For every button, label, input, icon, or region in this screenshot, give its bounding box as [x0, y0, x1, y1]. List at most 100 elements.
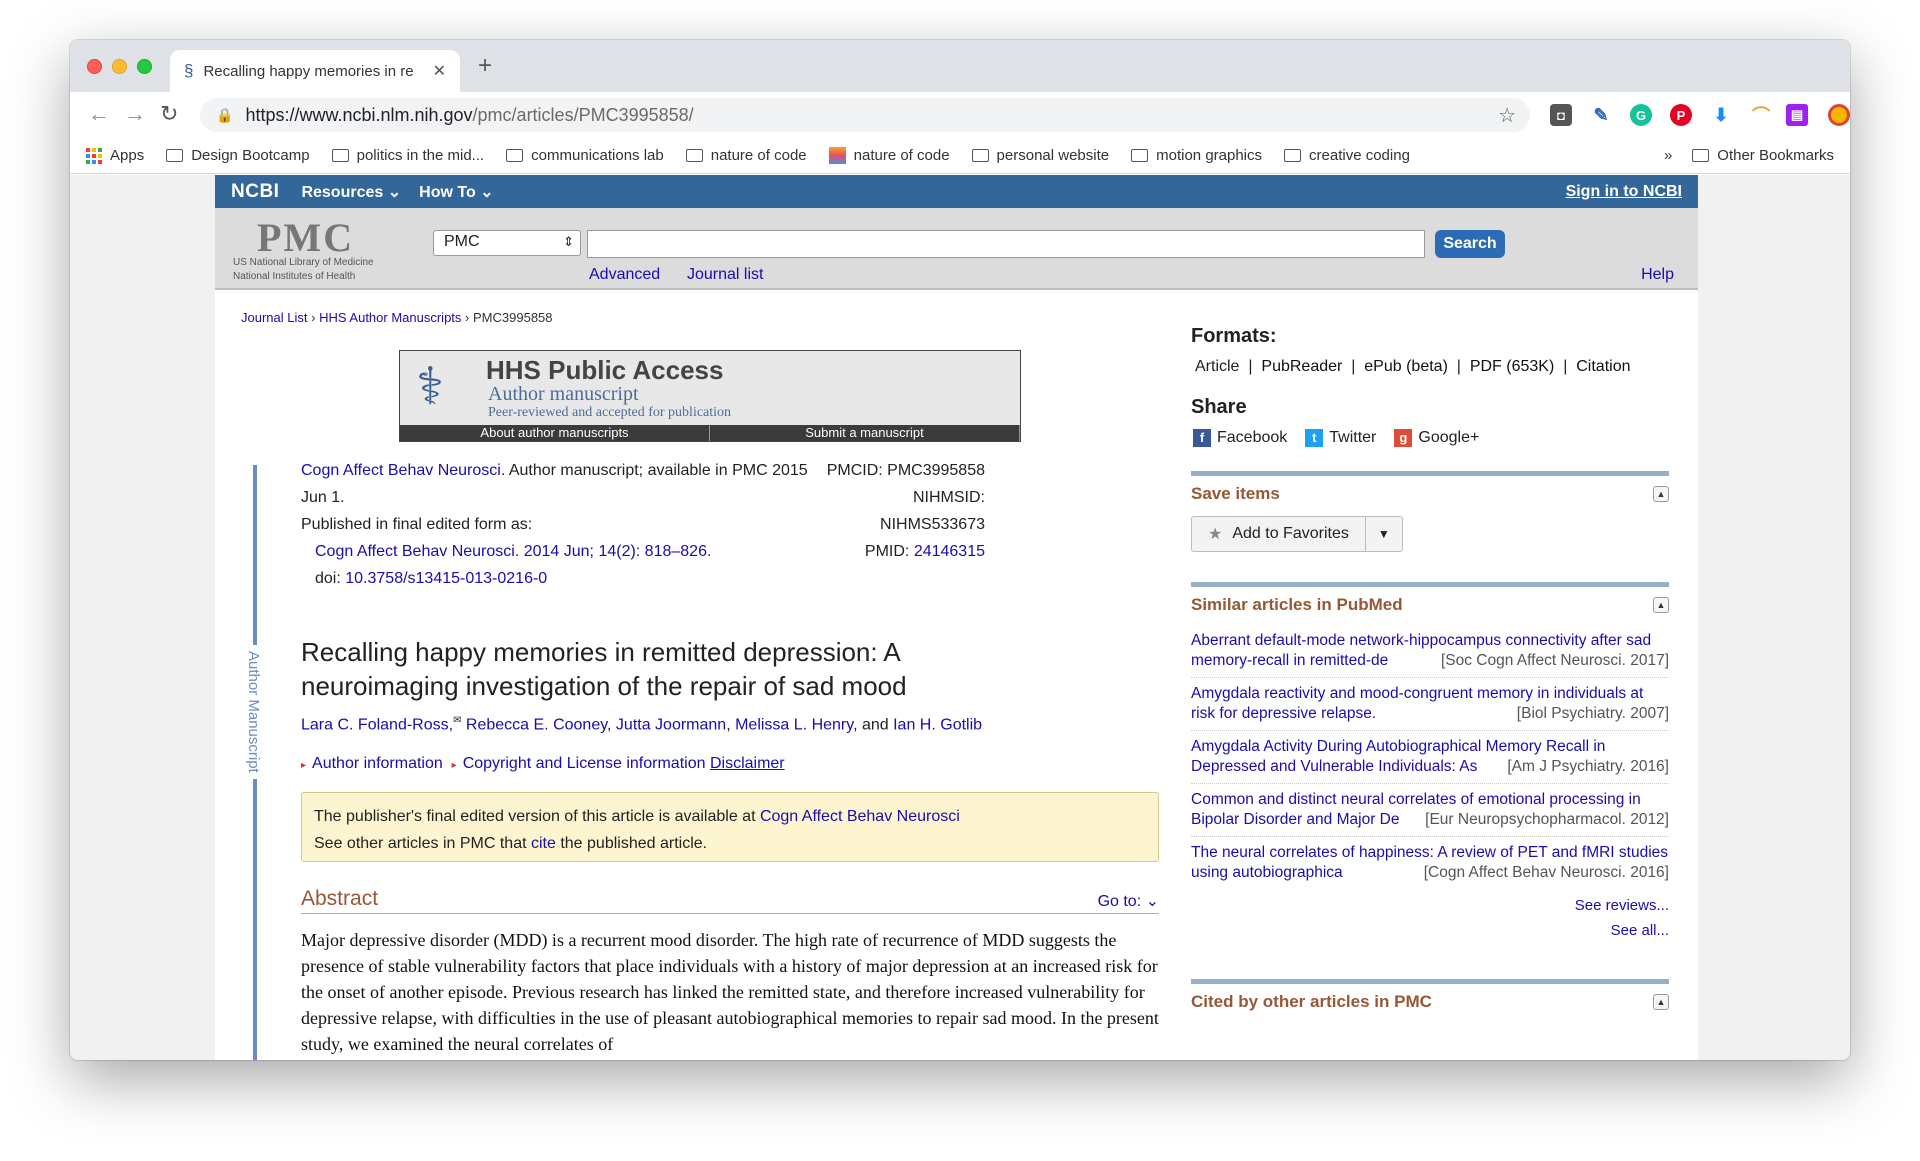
- download-icon[interactable]: ⬇: [1710, 104, 1732, 126]
- howto-menu[interactable]: How To ⌄: [419, 182, 493, 202]
- bookmarks-overflow-button[interactable]: »: [1664, 147, 1672, 164]
- journal-list-link[interactable]: Journal list: [687, 266, 763, 284]
- active-tab[interactable]: § Recalling happy memories in re ✕: [170, 50, 460, 92]
- pmid-link[interactable]: 24146315: [914, 543, 985, 560]
- formats-links: Article | PubReader | ePub (beta) | PDF …: [1195, 358, 1631, 375]
- facebook-share[interactable]: f Facebook: [1193, 429, 1287, 447]
- goto-menu[interactable]: Go to: ⌄: [1098, 891, 1159, 911]
- resources-menu[interactable]: Resources ⌄: [301, 182, 401, 202]
- maximize-window-button[interactable]: [137, 59, 152, 74]
- format-pubreader-link[interactable]: PubReader: [1261, 358, 1342, 375]
- profile-avatar[interactable]: [1828, 104, 1850, 126]
- author-link[interactable]: Jutta Joormann: [616, 716, 726, 733]
- lock-icon: 🔒: [216, 106, 234, 123]
- close-tab-icon[interactable]: ✕: [433, 61, 446, 81]
- final-citation-link[interactable]: Cogn Affect Behav Neurosci. 2014 Jun; 14…: [315, 543, 711, 560]
- bookmark-politics[interactable]: politics in the mid...: [331, 147, 484, 164]
- bookmark-label: Design Bootcamp: [191, 147, 310, 164]
- format-citation-link[interactable]: Citation: [1576, 358, 1630, 375]
- bookmark-other[interactable]: Other Bookmarks: [1692, 147, 1834, 164]
- extension-pen-icon[interactable]: ✎: [1590, 104, 1612, 126]
- bookmark-star-icon[interactable]: ☆: [1498, 103, 1516, 128]
- collapse-icon[interactable]: ▲: [1653, 486, 1669, 502]
- author-link[interactable]: Melissa L. Henry: [735, 716, 853, 733]
- doi-link[interactable]: 10.3758/s13415-013-0216-0: [345, 570, 547, 587]
- author-link[interactable]: Ian H. Gotlib: [893, 716, 982, 733]
- email-icon[interactable]: ✉: [453, 715, 461, 726]
- favorites-dropdown-icon[interactable]: ▼: [1366, 527, 1402, 541]
- disclaimer-link[interactable]: Disclaimer: [710, 755, 785, 772]
- signin-link[interactable]: Sign in to NCBI: [1566, 183, 1682, 201]
- bookmark-design-bootcamp[interactable]: Design Bootcamp: [166, 147, 310, 164]
- see-reviews-link[interactable]: See reviews...: [1191, 897, 1669, 914]
- forward-icon[interactable]: →: [124, 101, 146, 127]
- grammarly-icon[interactable]: G: [1630, 104, 1652, 126]
- author-list: Lara C. Foland-Ross,✉ Rebecca E. Cooney,…: [301, 715, 983, 734]
- new-tab-icon[interactable]: +: [478, 52, 492, 80]
- notice-text: the published article.: [555, 835, 708, 852]
- author-information-toggle[interactable]: Author information: [312, 755, 443, 772]
- similar-article-item[interactable]: The neural correlates of happiness: A re…: [1191, 837, 1669, 889]
- copyright-toggle[interactable]: Copyright and License information: [463, 755, 706, 772]
- search-input[interactable]: [587, 230, 1425, 258]
- cite-link[interactable]: cite: [531, 835, 556, 852]
- hhs-title: HHS Public Access: [486, 355, 724, 385]
- extension-arc-icon[interactable]: ⌒: [1750, 104, 1772, 126]
- address-bar[interactable]: 🔒 https://www.ncbi.nlm.nih.gov/pmc/artic…: [200, 98, 1530, 132]
- bookmark-nature-of-code-page[interactable]: nature of code: [828, 147, 950, 164]
- collapse-icon[interactable]: ▲: [1653, 597, 1669, 613]
- save-items-panel: Save items ▲ ★ Add to Favorites ▼: [1191, 471, 1669, 552]
- author-link[interactable]: Rebecca E. Cooney: [466, 716, 607, 733]
- similar-article-item[interactable]: Amygdala Activity During Autobiographica…: [1191, 731, 1669, 784]
- pmc-logo[interactable]: PMC US National Library of Medicine Nati…: [233, 218, 374, 284]
- overflow-chevron-icon: »: [1663, 147, 1673, 164]
- pinterest-icon[interactable]: P: [1670, 104, 1692, 126]
- journal-link[interactable]: Cogn Affect Behav Neurosci: [301, 462, 501, 479]
- close-window-button[interactable]: [87, 59, 102, 74]
- search-button[interactable]: Search: [1435, 230, 1505, 258]
- bookmark-nature-of-code-folder[interactable]: nature of code: [685, 147, 807, 164]
- bookmark-communications-lab[interactable]: communications lab: [506, 147, 664, 164]
- nlm-line1: US National Library of Medicine: [233, 257, 374, 268]
- extension-purple-icon[interactable]: ▤: [1786, 104, 1808, 126]
- pmid-label: PMID:: [864, 543, 914, 560]
- article-ids: PMCID: PMC3995858 NIHMSID: NIHMS533673 P…: [815, 457, 985, 565]
- bookmark-motion-graphics[interactable]: motion graphics: [1131, 147, 1262, 164]
- twitter-icon: t: [1305, 429, 1324, 447]
- see-all-link[interactable]: See all...: [1191, 922, 1669, 939]
- database-select[interactable]: PMC: [433, 230, 581, 256]
- bookmark-apps[interactable]: Apps: [86, 147, 144, 164]
- similar-article-source: [Cogn Affect Behav Neurosci. 2016]: [1423, 864, 1669, 881]
- google-share[interactable]: g Google+: [1394, 429, 1479, 447]
- similar-article-item[interactable]: Common and distinct neural correlates of…: [1191, 784, 1669, 837]
- similar-article-item[interactable]: Aberrant default-mode network-hippocampu…: [1191, 625, 1669, 678]
- abstract-heading: Abstract Go to: ⌄: [301, 887, 1159, 914]
- notice-text: The publisher's final edited version of …: [314, 808, 760, 825]
- similar-article-item[interactable]: Amygdala reactivity and mood-congruent m…: [1191, 678, 1669, 731]
- breadcrumb-hhs[interactable]: HHS Author Manuscripts: [319, 310, 461, 325]
- back-icon[interactable]: ←: [88, 101, 110, 127]
- format-epub-link[interactable]: ePub (beta): [1364, 358, 1448, 375]
- bookmark-personal-website[interactable]: personal website: [971, 147, 1109, 164]
- triangle-right-icon: ▸: [301, 760, 307, 771]
- breadcrumb-journal-list[interactable]: Journal List: [241, 310, 307, 325]
- minimize-window-button[interactable]: [112, 59, 127, 74]
- bookmark-creative-coding[interactable]: creative coding: [1284, 147, 1410, 164]
- add-to-favorites-button[interactable]: ★ Add to Favorites ▼: [1191, 516, 1403, 552]
- search-bar-area: PMC US National Library of Medicine Nati…: [215, 208, 1698, 290]
- extension-shield-icon[interactable]: ◘: [1550, 104, 1572, 126]
- twitter-share[interactable]: t Twitter: [1305, 429, 1376, 447]
- help-link[interactable]: Help: [1641, 266, 1674, 284]
- author-link[interactable]: Lara C. Foland-Ross,: [301, 716, 453, 733]
- availability-text: . Author manuscript; available in PMC 20…: [500, 462, 808, 479]
- cited-by-heading: Cited by other articles in PMC: [1191, 992, 1432, 1011]
- submit-manuscript-link[interactable]: Submit a manuscript: [710, 425, 1020, 441]
- ncbi-logo[interactable]: NCBI: [231, 181, 279, 203]
- advanced-search-link[interactable]: Advanced: [589, 266, 660, 284]
- about-manuscripts-link[interactable]: About author manuscripts: [400, 425, 710, 441]
- format-pdf-link[interactable]: PDF (653K): [1470, 358, 1554, 375]
- publisher-link[interactable]: Cogn Affect Behav Neurosci: [760, 808, 960, 825]
- google-label: Google+: [1418, 429, 1480, 446]
- collapse-icon[interactable]: ▲: [1653, 994, 1669, 1010]
- reload-icon[interactable]: ↻: [160, 101, 178, 127]
